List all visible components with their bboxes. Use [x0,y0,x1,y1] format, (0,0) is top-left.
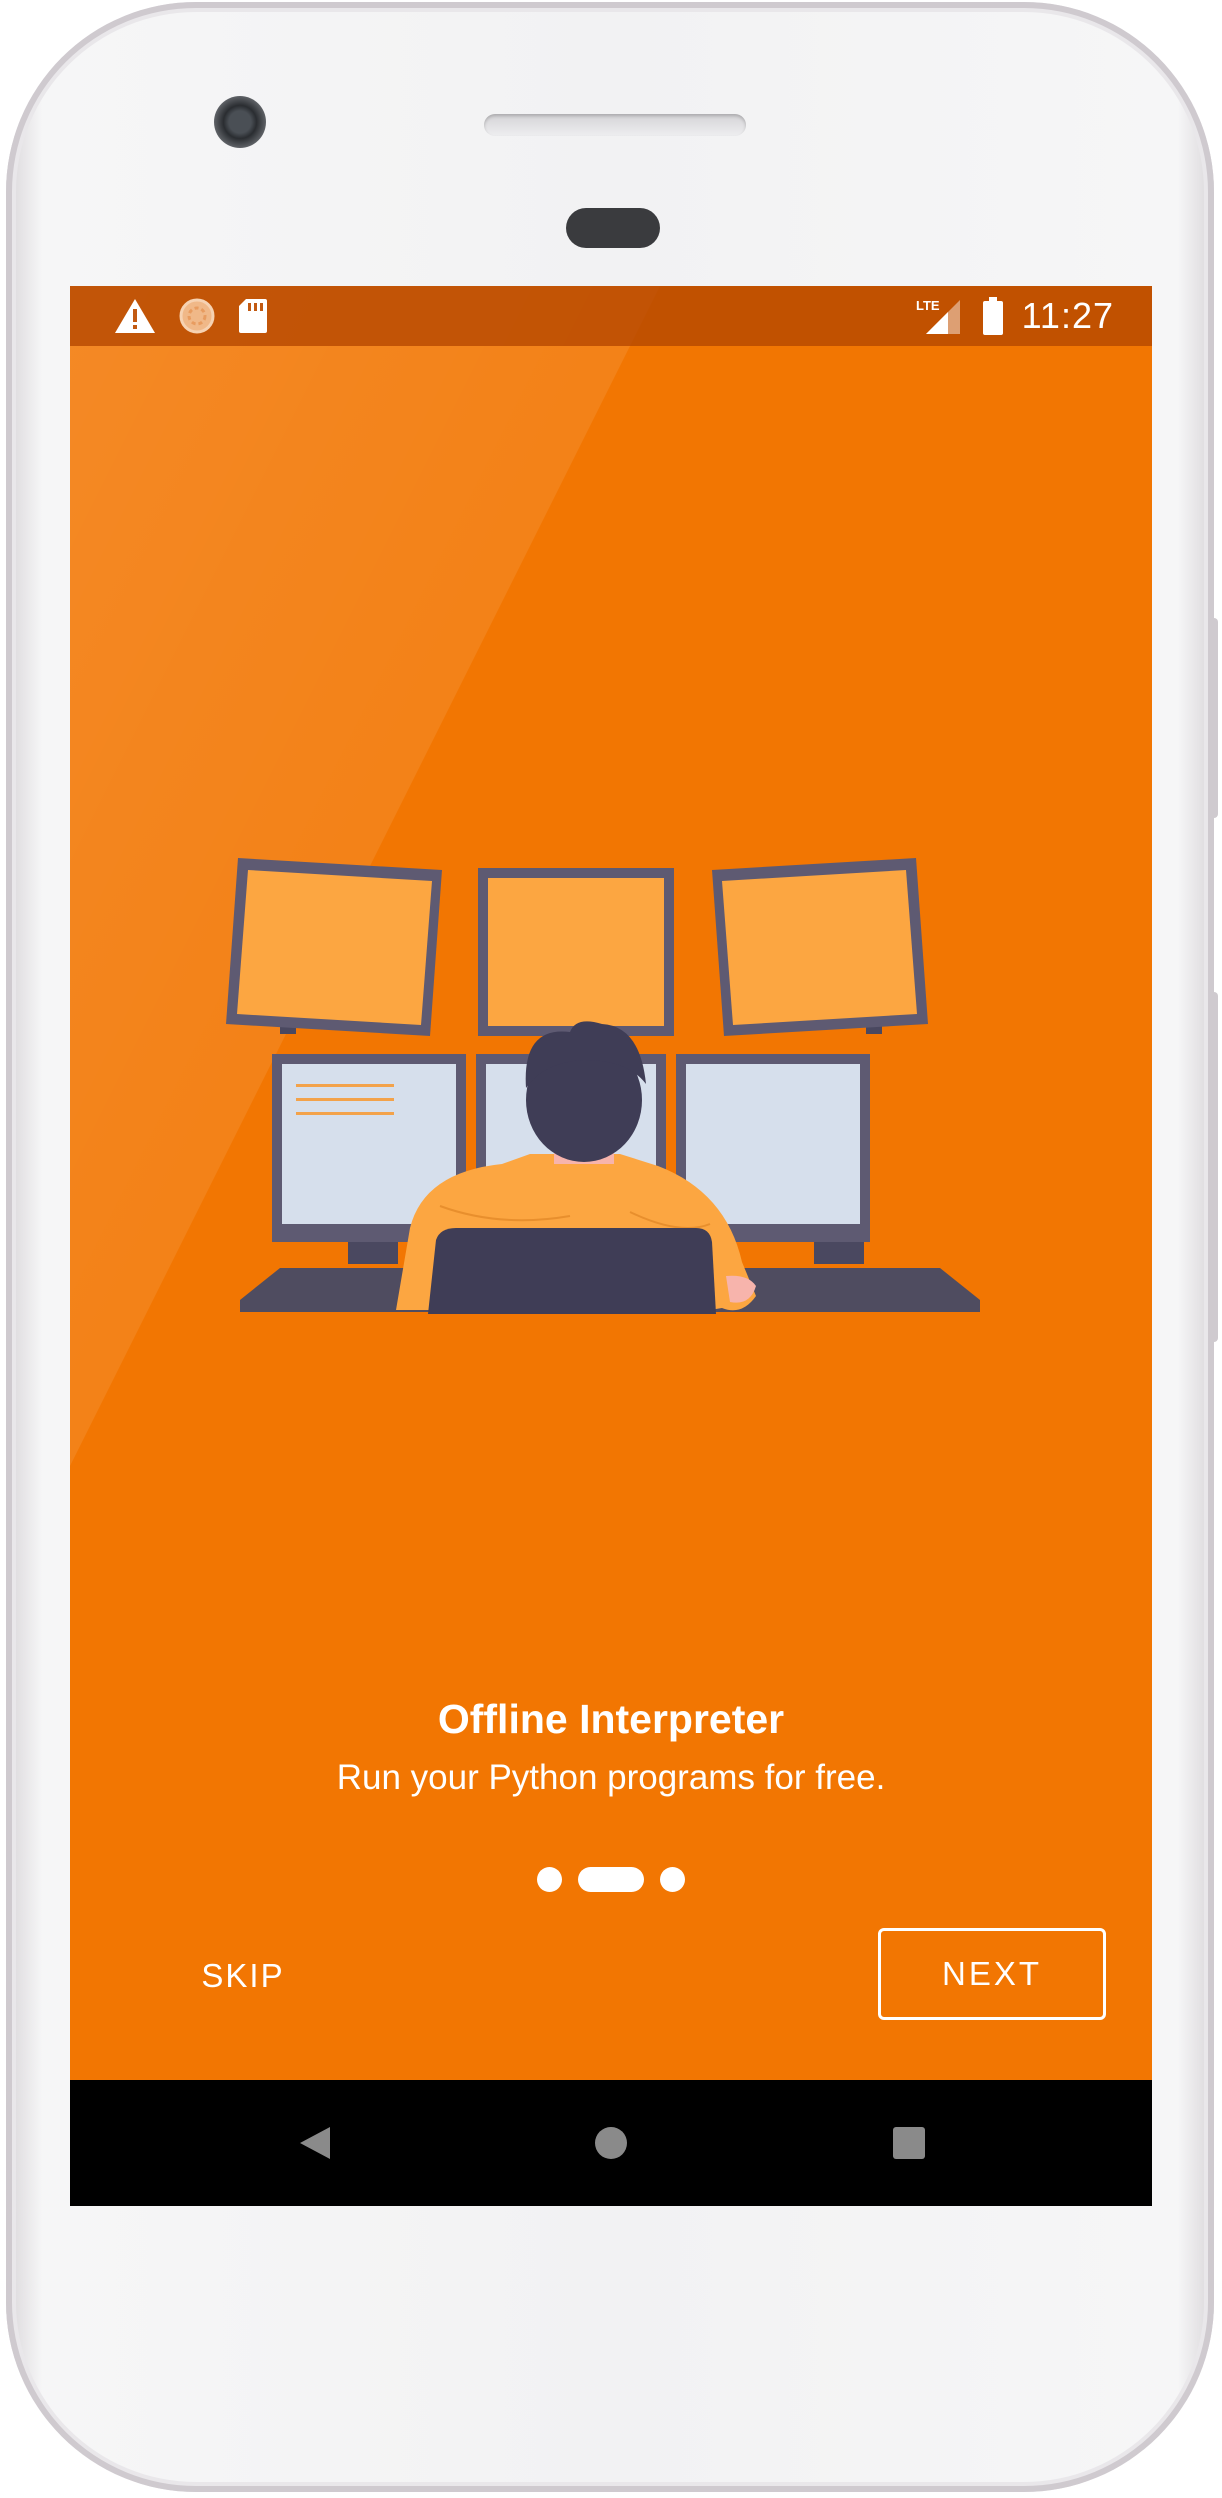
device-frame: LTE 11:27 Offline Interpreter Run your P… [0,0,1222,2498]
recents-button[interactable] [874,2108,944,2178]
system-indicators: LTE 11:27 [916,294,1114,338]
next-button[interactable]: NEXT [878,1928,1106,2020]
proximity-sensor [566,208,660,248]
sd-card-icon [239,299,267,333]
illustration-developer-monitors [226,858,980,1314]
back-icon [300,2127,330,2159]
warning-icon [115,299,155,333]
home-button[interactable] [576,2108,646,2178]
network-type-label: LTE [916,298,940,313]
skip-button[interactable]: SKIP [178,1946,308,2006]
app-screen: LTE 11:27 Offline Interpreter Run your P… [70,286,1152,2206]
onboarding-title: Offline Interpreter [437,1696,785,1742]
page-indicator [70,1864,1152,1894]
onboarding-subtitle: Run your Python programs for free. [336,1758,886,1797]
earpiece-speaker [484,114,746,136]
back-button[interactable] [280,2108,350,2178]
power-button [1210,618,1218,818]
page-dot-2-active[interactable] [578,1866,644,1892]
recents-icon [893,2127,925,2159]
status-bar: LTE 11:27 [70,286,1152,346]
notification-icons [114,296,268,336]
navigation-bar [70,2080,1152,2206]
top-monitors [226,858,928,1036]
clock: 11:27 [1021,295,1114,336]
lte-signal-icon: LTE [916,298,960,334]
home-icon [595,2127,627,2159]
phone-body: LTE 11:27 Offline Interpreter Run your P… [6,2,1218,2492]
front-camera [214,96,266,148]
battery-icon [982,297,1003,335]
sync-icon [179,298,215,334]
page-dot-3[interactable] [660,1866,685,1892]
volume-button [1210,992,1218,1342]
page-dot-1[interactable] [537,1866,562,1892]
